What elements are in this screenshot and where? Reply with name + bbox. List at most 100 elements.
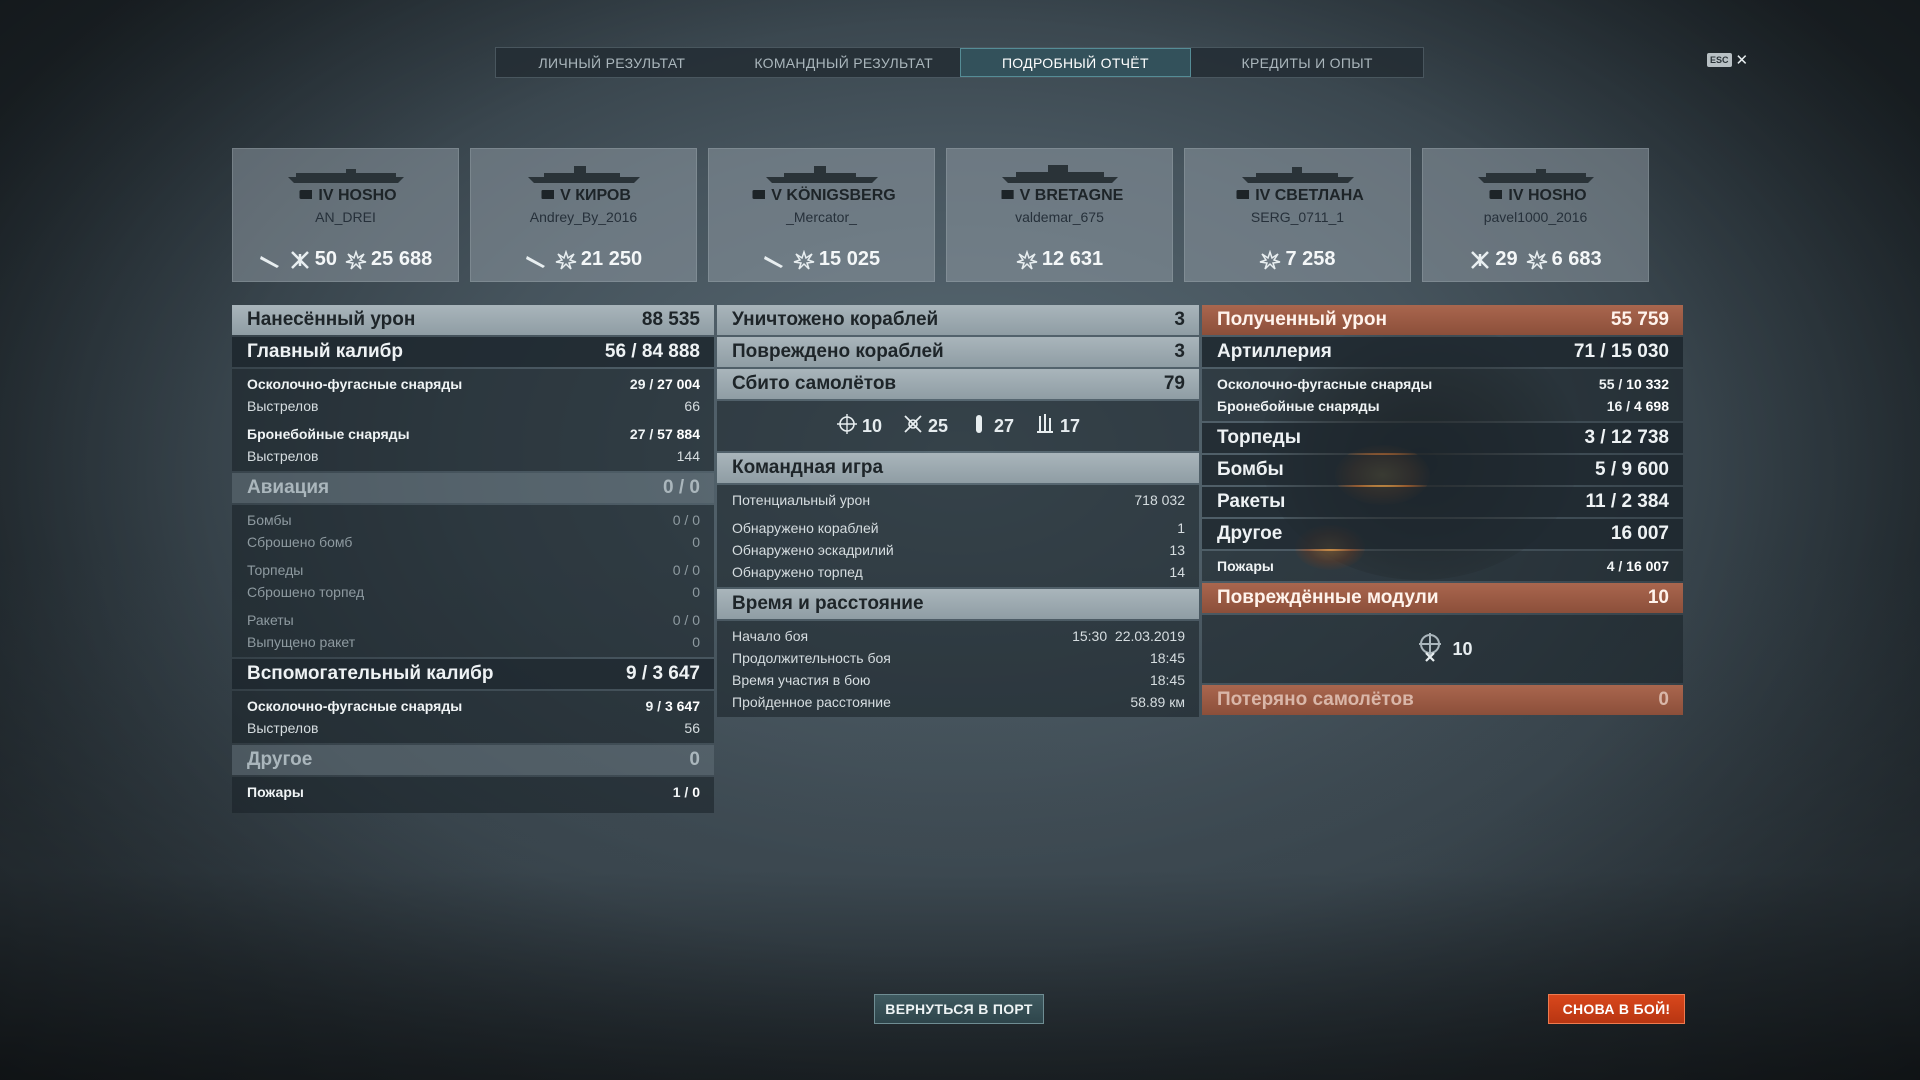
plane-count: 27 xyxy=(994,415,1015,436)
ship-name: V KÖNIGSBERG xyxy=(709,187,934,205)
tab-detailed-report[interactable]: ПОДРОБНЫЙ ОТЧЁТ xyxy=(959,48,1192,77)
aviation-details: Бомбы 0 / 0 Сброшено бомб 0 Торпеды 0 / 0 С… xyxy=(232,505,714,657)
plane-shot-down-icon xyxy=(1469,250,1491,270)
damage-dealt-cards: IV HOSHO AN_DREI 50 25 688 V КИРОВ Andre… xyxy=(232,148,1649,282)
damaged-modules-details: 10 xyxy=(1202,615,1683,683)
damage-burst-icon xyxy=(793,249,815,270)
player-card[interactable]: V BRETAGNE valdemar_675 12 631 xyxy=(946,148,1173,282)
damage-burst-icon xyxy=(345,249,367,270)
artillery-header: Артиллерия 71 / 15 030 xyxy=(1202,337,1683,367)
main-battery-header: Главный калибр 56 / 84 888 xyxy=(232,337,714,367)
bombs-received-row: Бомбы 5 / 9 600 xyxy=(1202,455,1683,485)
artillery-details: Осколочно-фугасные снаряды 55 / 10 332 Бр… xyxy=(1202,369,1683,421)
ship-name: V КИРОВ xyxy=(471,187,696,205)
torpedo-bomber-icon xyxy=(1034,413,1056,440)
tab-personal[interactable]: ЛИЧНЫЙ РЕЗУЛЬТАТ xyxy=(496,48,728,77)
damage-burst-icon xyxy=(555,249,577,270)
ship-silhouette-icon xyxy=(1000,163,1120,185)
tab-bar: ЛИЧНЫЙ РЕЗУЛЬТАТ КОМАНДНЫЙ РЕЗУЛЬТАТ ПОД… xyxy=(495,47,1424,78)
battle-again-button[interactable]: СНОВА В БОЙ! xyxy=(1548,994,1685,1024)
player-card[interactable]: IV HOSHO AN_DREI 50 25 688 xyxy=(232,148,459,282)
ship-class-icon xyxy=(1484,190,1503,199)
damage-value: 15 025 xyxy=(818,248,881,270)
bomb-icon xyxy=(968,413,990,440)
planes-breakdown: 10 25 27 17 xyxy=(717,401,1199,451)
planes-value: 50 xyxy=(314,248,338,270)
other-dealt-details: Пожары 1 / 0 xyxy=(232,777,714,813)
crosshair-icon xyxy=(836,413,858,440)
secondary-battery-details: Осколочно-фугасные снаряды 9 / 3 647 Выст… xyxy=(232,691,714,743)
planes-value: 29 xyxy=(1495,248,1518,270)
ship-name-text: IV СВЕТЛАНА xyxy=(1255,187,1364,204)
aviation-header: Авиация 0 / 0 xyxy=(232,473,714,503)
other-received-details: Пожары 4 / 16 007 xyxy=(1202,551,1683,581)
torpedo-icon xyxy=(525,250,547,270)
player-name: pavel1000_2016 xyxy=(1483,209,1588,225)
ship-silhouette-icon xyxy=(1238,163,1358,185)
player-name: _Mercator_ xyxy=(786,209,857,225)
damage-value: 21 250 xyxy=(580,248,643,270)
time-distance-details: Начало боя 15:30 22.03.2019 Продолжительн… xyxy=(717,621,1199,717)
ship-name-text: V KÖNIGSBERG xyxy=(771,187,896,204)
plane-count: 10 xyxy=(861,415,882,436)
ship-class-icon xyxy=(536,190,555,199)
damaged-modules-header: Повреждённые модули 10 xyxy=(1202,583,1683,613)
ship-class-icon xyxy=(294,190,313,199)
torpedo-icon xyxy=(259,250,281,270)
teamwork-header: Командная игра xyxy=(717,453,1199,483)
tab-team[interactable]: КОМАНДНЫЙ РЕЗУЛЬТАТ xyxy=(728,48,960,77)
other-dealt-header: Другое 0 xyxy=(232,745,714,775)
ship-name-text: V BRETAGNE xyxy=(1019,187,1124,204)
tab-credits-xp[interactable]: КРЕДИТЫ И ОПЫТ xyxy=(1191,48,1423,77)
player-name: Andrey_By_2016 xyxy=(529,209,638,225)
plane-shot-down-icon xyxy=(289,250,311,270)
ship-class-icon xyxy=(747,190,766,199)
planes-shot-down-row: Сбито самолётов 79 xyxy=(717,369,1199,399)
player-name: AN_DREI xyxy=(315,209,376,225)
player-card[interactable]: V KÖNIGSBERG _Mercator_ 15 025 xyxy=(708,148,935,282)
ship-silhouette-icon xyxy=(762,163,882,185)
ship-silhouette-icon xyxy=(286,163,406,185)
ship-name: IV HOSHO xyxy=(1423,187,1648,205)
ship-class-icon xyxy=(995,190,1014,199)
plane-count: 17 xyxy=(1060,415,1081,436)
damage-received-header: Полученный урон 55 759 xyxy=(1202,305,1683,335)
battle-summary-column: Уничтожено кораблей 3 Повреждено кораблей… xyxy=(717,305,1199,719)
damage-burst-icon xyxy=(1016,249,1038,270)
ship-name: V BRETAGNE xyxy=(947,187,1172,205)
damage-value: 6 683 xyxy=(1551,248,1602,270)
esc-key-icon: ESC xyxy=(1707,53,1732,67)
close-button[interactable]: ESC ✕ xyxy=(1707,51,1748,69)
ships-destroyed-row: Уничтожено кораблей 3 xyxy=(717,305,1199,335)
ship-name: IV СВЕТЛАНА xyxy=(1185,187,1410,205)
player-card[interactable]: V КИРОВ Andrey_By_2016 21 250 xyxy=(470,148,697,282)
fighter-icon xyxy=(902,413,924,440)
time-distance-header: Время и расстояние xyxy=(717,589,1199,619)
rockets-received-row: Ракеты 11 / 2 384 xyxy=(1202,487,1683,517)
ship-silhouette-icon xyxy=(1476,163,1596,185)
damage-value: 7 258 xyxy=(1285,248,1336,270)
ship-name: IV HOSHO xyxy=(233,187,458,205)
ship-name-text: V КИРОВ xyxy=(560,187,631,204)
ship-name-text: IV HOSHO xyxy=(318,187,397,204)
ship-name-text: IV HOSHO xyxy=(1508,187,1587,204)
damage-value: 12 631 xyxy=(1041,248,1104,270)
ship-class-icon xyxy=(1231,190,1250,199)
secondary-battery-header: Вспомогательный калибр 9 / 3 647 xyxy=(232,659,714,689)
damage-dealt-column: Нанесённый урон 88 535 Главный калибр 56 /… xyxy=(232,305,714,815)
player-card[interactable]: IV СВЕТЛАНА SERG_0711_1 7 258 xyxy=(1184,148,1411,282)
planes-lost-row: Потеряно самолётов 0 xyxy=(1202,685,1683,715)
damage-received-column: Полученный урон 55 759 Артиллерия 71 / 15 … xyxy=(1202,305,1683,717)
module-damage-icon xyxy=(1412,629,1448,670)
plane-count: 25 xyxy=(927,415,948,436)
damage-burst-icon xyxy=(1526,249,1548,270)
return-to-port-button[interactable]: ВЕРНУТЬСЯ В ПОРТ xyxy=(874,994,1044,1024)
close-icon: ✕ xyxy=(1735,52,1749,69)
damage-burst-icon xyxy=(1259,249,1281,270)
damage-value: 25 688 xyxy=(371,248,433,270)
player-card[interactable]: IV HOSHO pavel1000_2016 29 6 683 xyxy=(1422,148,1649,282)
other-received-row: Другое 16 007 xyxy=(1202,519,1683,549)
teamwork-details: Потенциальный урон 718 032 Обнаружено кор… xyxy=(717,485,1199,587)
player-name: SERG_0711_1 xyxy=(1250,209,1345,225)
ships-damaged-row: Повреждено кораблей 3 xyxy=(717,337,1199,367)
